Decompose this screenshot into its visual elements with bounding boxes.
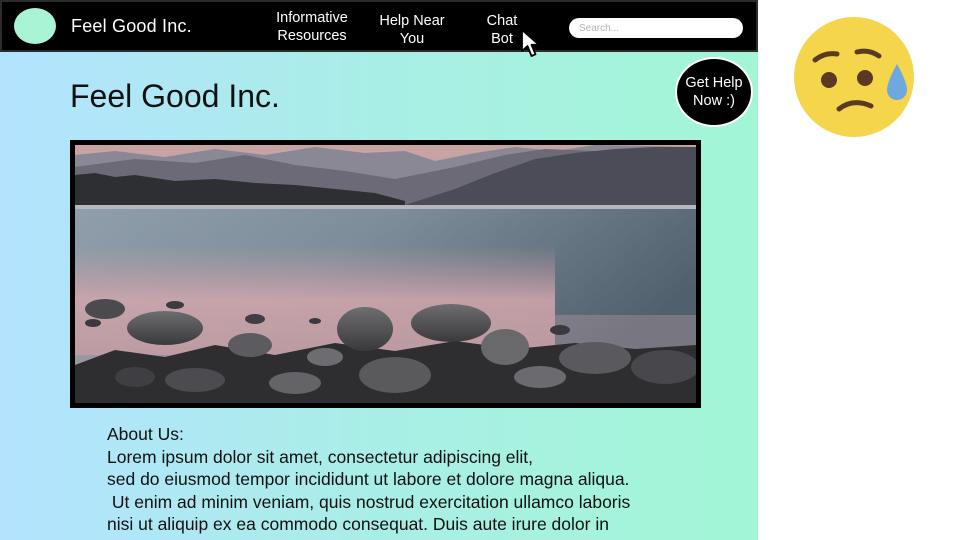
- hero-image: [70, 140, 701, 408]
- about-text-line: nisi ut aliquip ex ea commodo consequat.…: [107, 514, 609, 534]
- about-text-line: Lorem ipsum dolor sit amet, consectetur …: [107, 446, 534, 467]
- page-title: Feel Good Inc.: [70, 78, 280, 114]
- lake-landscape-image: [75, 145, 696, 403]
- logo[interactable]: [14, 8, 56, 44]
- about-section: About Us: Lorem ipsum dolor sit amet, co…: [107, 423, 747, 536]
- mouse-pointer-icon: [521, 29, 540, 57]
- brand-name[interactable]: Feel Good Inc.: [71, 16, 192, 37]
- about-heading: About Us:: [107, 424, 184, 444]
- navbar: Feel Good Inc. Informative Resources Hel…: [0, 0, 758, 52]
- webpage-mockup: Feel Good Inc. Informative Resources Hel…: [0, 0, 758, 540]
- sad-sweat-face-icon: [794, 17, 914, 137]
- search-input[interactable]: [569, 18, 743, 38]
- about-text-line: Ut enim ad minim veniam, quis nostrud ex…: [107, 491, 631, 512]
- nav-informative-resources[interactable]: Informative Resources: [264, 9, 360, 45]
- about-text-line: sed do eiusmod tempor incididunt ut labo…: [107, 469, 630, 489]
- get-help-now-button[interactable]: Get Help Now :): [675, 57, 753, 127]
- nav-help-near-you[interactable]: Help Near You: [368, 12, 456, 48]
